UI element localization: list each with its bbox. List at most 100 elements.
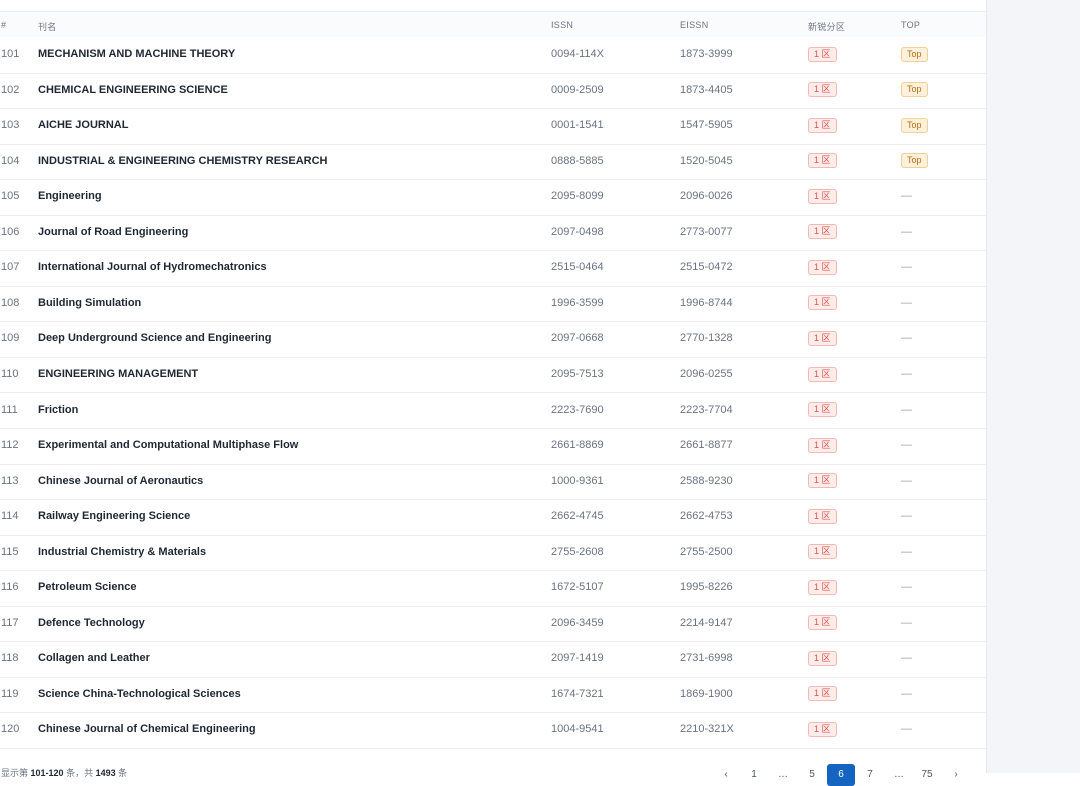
zone-cell: 1 区 xyxy=(808,570,837,605)
zone-badge: 1 区 xyxy=(808,330,837,346)
table-row[interactable]: 101 MECHANISM AND MACHINE THEORY 0094-114X… xyxy=(0,37,986,74)
zone-badge: 1 区 xyxy=(808,117,837,133)
table-row[interactable]: 105 Engineering 2095-8099 2096-0026 1 区 — xyxy=(0,179,986,216)
journal-name-link[interactable]: Chinese Journal of Chemical Engineering xyxy=(38,712,256,747)
top-cell: Top xyxy=(901,108,928,143)
journal-name-link[interactable]: Science China-Technological Sciences xyxy=(38,677,241,712)
table-row[interactable]: 103 AICHE JOURNAL 0001-1541 1547-5905 1 区 Top xyxy=(0,108,986,145)
header-issn: ISSN xyxy=(551,20,574,30)
journal-name-link[interactable]: MECHANISM AND MACHINE THEORY xyxy=(38,37,235,72)
journal-name-link[interactable]: Railway Engineering Science xyxy=(38,499,190,534)
table-row[interactable]: 112 Experimental and Computational Multip… xyxy=(0,428,986,465)
zone-cell: 1 区 xyxy=(808,464,837,499)
zone-badge: 1 区 xyxy=(808,579,837,595)
top-empty-dash: — xyxy=(901,332,912,345)
summary-range: 101-120 xyxy=(30,768,64,778)
table-row[interactable]: 113 Chinese Journal of Aeronautics 1000-93… xyxy=(0,464,986,501)
prev-page-button[interactable]: ‹ xyxy=(712,764,740,786)
journal-name-link[interactable]: Experimental and Computational Multiphas… xyxy=(38,428,298,463)
table-header: # 刊名 ISSN EISSN 新锐分区 TOP xyxy=(0,11,986,37)
issn-value: 2095-7513 xyxy=(551,367,604,380)
journal-name-link[interactable]: Friction xyxy=(38,393,78,428)
zone-badge: 1 区 xyxy=(808,722,837,738)
top-cell: — xyxy=(901,428,912,463)
journal-name-link[interactable]: AICHE JOURNAL xyxy=(38,108,128,143)
journal-name-link[interactable]: CHEMICAL ENGINEERING SCIENCE xyxy=(38,73,228,108)
eissn-value: 2214-9147 xyxy=(680,616,733,629)
header-eissn: EISSN xyxy=(680,20,709,30)
journal-name-link[interactable]: Deep Underground Science and Engineering xyxy=(38,321,271,356)
issn-value: 2097-0668 xyxy=(551,332,604,345)
top-badge: Top xyxy=(901,117,928,133)
table-row[interactable]: 110 ENGINEERING MANAGEMENT 2095-7513 2096-0… xyxy=(0,357,986,394)
page-button-5[interactable]: 5 xyxy=(798,764,826,786)
row-index: 117 xyxy=(1,616,19,629)
table-row[interactable]: 120 Chinese Journal of Chemical Engineeri… xyxy=(0,712,986,749)
table-row[interactable]: 107 International Journal of Hydromechatr… xyxy=(0,250,986,287)
page-button-75[interactable]: 75 xyxy=(913,764,941,786)
zone-cell: 1 区 xyxy=(808,499,837,534)
eissn-value: 2662-4753 xyxy=(680,510,733,523)
next-page-button[interactable]: › xyxy=(942,764,970,786)
row-index: 105 xyxy=(1,190,20,203)
eissn-value: 1995-8226 xyxy=(680,581,733,594)
table-row[interactable]: 102 CHEMICAL ENGINEERING SCIENCE 0009-2509… xyxy=(0,73,986,110)
zone-cell: 1 区 xyxy=(808,535,837,570)
zone-badge: 1 区 xyxy=(808,366,837,382)
table-row[interactable]: 106 Journal of Road Engineering 2097-0498 2… xyxy=(0,215,986,252)
issn-value: 2515-0464 xyxy=(551,261,604,274)
table-row[interactable]: 117 Defence Technology 2096-3459 2214-9147 1… xyxy=(0,606,986,643)
journal-name-link[interactable]: Building Simulation xyxy=(38,286,141,321)
journal-name-link[interactable]: Defence Technology xyxy=(38,606,145,641)
top-cell: — xyxy=(901,393,912,428)
top-cell: — xyxy=(901,215,912,250)
table-row[interactable]: 118 Collagen and Leather 2097-1419 2731-699… xyxy=(0,641,986,678)
table-row[interactable]: 104 INDUSTRIAL & ENGINEERING CHEMISTRY RE… xyxy=(0,144,986,181)
row-index: 120 xyxy=(1,723,20,736)
top-empty-dash: — xyxy=(901,439,912,452)
table-row[interactable]: 116 Petroleum Science 1672-5107 1995-8226 1 … xyxy=(0,570,986,607)
eissn-value: 2661-8877 xyxy=(680,439,733,452)
zone-badge: 1 区 xyxy=(808,46,837,62)
issn-value: 2097-1419 xyxy=(551,652,604,665)
top-cell: — xyxy=(901,499,912,534)
top-cell: — xyxy=(901,712,912,747)
table-row[interactable]: 108 Building Simulation 1996-3599 1996-8744… xyxy=(0,286,986,323)
summary-total: 1493 xyxy=(95,768,116,778)
journal-name-link[interactable]: ENGINEERING MANAGEMENT xyxy=(38,357,198,392)
table-row[interactable]: 109 Deep Underground Science and Engineer… xyxy=(0,321,986,358)
zone-cell: 1 区 xyxy=(808,108,837,143)
issn-value: 2097-0498 xyxy=(551,225,604,238)
journal-name-link[interactable]: Engineering xyxy=(38,179,102,214)
issn-value: 2662-4745 xyxy=(551,510,604,523)
journal-name-link[interactable]: Chinese Journal of Aeronautics xyxy=(38,464,203,499)
table-row[interactable]: 114 Railway Engineering Science 2662-4745 2… xyxy=(0,499,986,536)
page-button-1[interactable]: 1 xyxy=(740,764,768,786)
page-button-6[interactable]: 6 xyxy=(827,764,855,786)
row-index: 107 xyxy=(1,261,20,274)
top-cell: — xyxy=(901,570,912,605)
top-empty-dash: — xyxy=(901,403,912,416)
zone-cell: 1 区 xyxy=(808,357,837,392)
top-cell: — xyxy=(901,464,912,499)
journal-name-link[interactable]: Industrial Chemistry & Materials xyxy=(38,535,206,570)
journal-name-link[interactable]: Collagen and Leather xyxy=(38,641,150,676)
table-row[interactable]: 111 Friction 2223-7690 2223-7704 1 区 — xyxy=(0,393,986,430)
journal-name-link[interactable]: International Journal of Hydromechatroni… xyxy=(38,250,267,285)
issn-value: 2661-8869 xyxy=(551,439,604,452)
zone-badge: 1 区 xyxy=(808,650,837,666)
issn-value: 2096-3459 xyxy=(551,616,604,629)
journal-name-link[interactable]: Journal of Road Engineering xyxy=(38,215,188,250)
table-row[interactable]: 115 Industrial Chemistry & Materials 2755-… xyxy=(0,535,986,572)
issn-value: 1672-5107 xyxy=(551,581,604,594)
journal-name-link[interactable]: Petroleum Science xyxy=(38,570,136,605)
top-empty-dash: — xyxy=(901,190,912,203)
top-cell: — xyxy=(901,179,912,214)
zone-badge: 1 区 xyxy=(808,224,837,240)
page-button-7[interactable]: 7 xyxy=(856,764,884,786)
top-empty-dash: — xyxy=(901,652,912,665)
row-index: 113 xyxy=(1,474,19,487)
journal-name-link[interactable]: INDUSTRIAL & ENGINEERING CHEMISTRY RESEA… xyxy=(38,144,328,179)
table-row[interactable]: 119 Science China-Technological Sciences 1… xyxy=(0,677,986,714)
zone-badge: 1 区 xyxy=(808,508,837,524)
